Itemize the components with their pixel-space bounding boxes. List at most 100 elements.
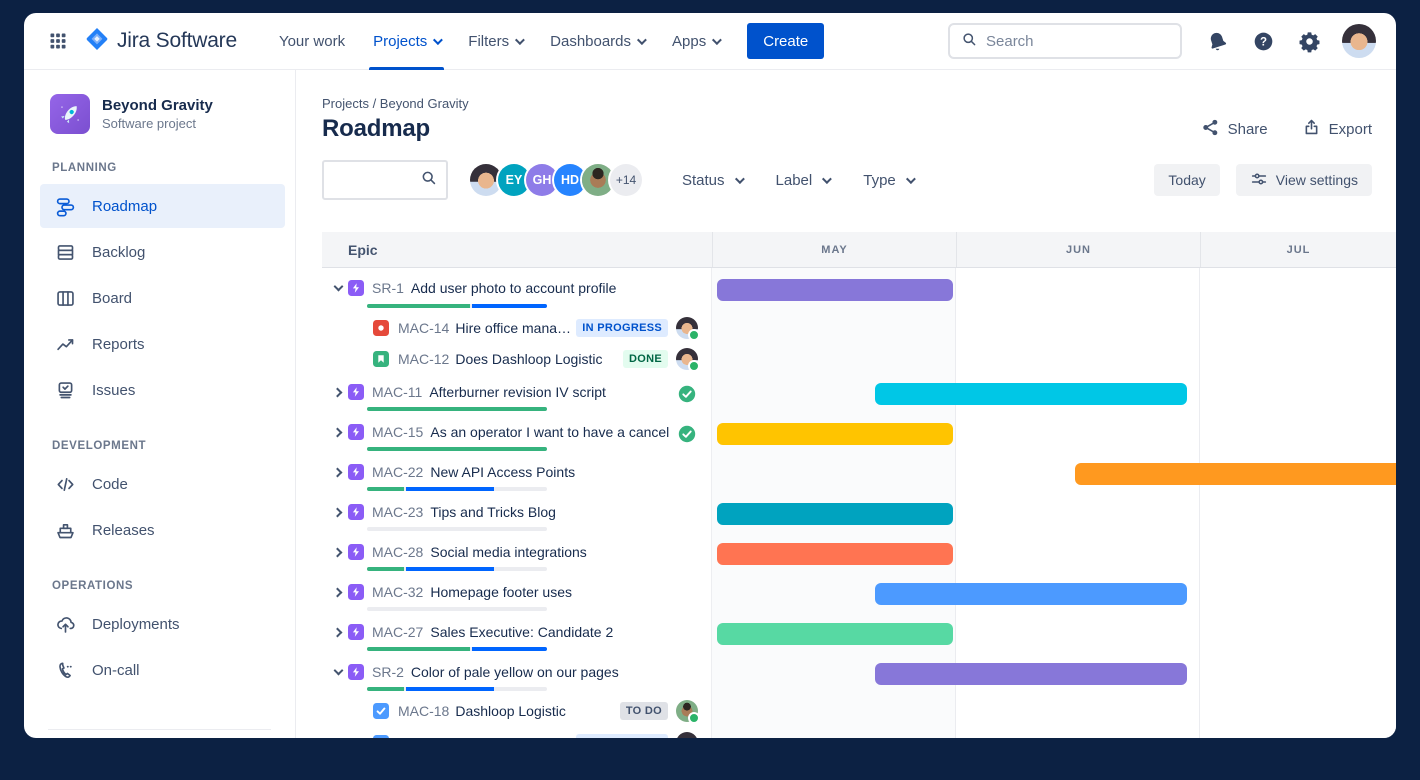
epic-row[interactable]: MAC-27Sales Executive: Candidate 2 bbox=[322, 614, 1396, 654]
month-header-may: MAY bbox=[712, 232, 956, 267]
timeline-cell bbox=[712, 343, 1396, 374]
epic-row-left: MAC-11Afterburner revision IV script bbox=[322, 374, 712, 414]
expand-chevron-right-icon[interactable] bbox=[332, 549, 344, 556]
caret bbox=[332, 467, 342, 477]
progress-segment bbox=[472, 304, 547, 308]
roadmap-icon bbox=[54, 195, 76, 217]
export-button[interactable]: Export bbox=[1302, 118, 1372, 141]
expand-chevron-right-icon[interactable] bbox=[332, 469, 344, 476]
share-label: Share bbox=[1228, 121, 1268, 138]
create-button[interactable]: Create bbox=[747, 23, 824, 59]
sidebar-item-on-call[interactable]: On-call bbox=[40, 648, 285, 692]
nav-item-filters[interactable]: Filters bbox=[454, 13, 536, 70]
gantt-bar[interactable] bbox=[875, 583, 1187, 605]
roadmap-search[interactable] bbox=[322, 160, 448, 200]
filter-label[interactable]: Label bbox=[776, 172, 830, 189]
more-members-badge[interactable]: +14 bbox=[610, 164, 642, 196]
breadcrumb[interactable]: Projects / Beyond Gravity bbox=[322, 96, 1372, 111]
progress-segment bbox=[406, 567, 494, 571]
today-button[interactable]: Today bbox=[1154, 164, 1219, 196]
child-issue-row[interactable]: MAC-14Hire office manager forIN PROGRESS bbox=[322, 312, 1396, 343]
sidebar-item-reports[interactable]: Reports bbox=[40, 322, 285, 366]
epic-row[interactable]: MAC-23Tips and Tricks Blog bbox=[322, 494, 1396, 534]
sidebar-item-deployments[interactable]: Deployments bbox=[40, 602, 285, 646]
progress-segment bbox=[367, 687, 404, 691]
roadmap-search-input[interactable] bbox=[332, 172, 419, 188]
jira-logo[interactable]: Jira Software bbox=[84, 26, 237, 57]
epic-icon bbox=[348, 664, 364, 680]
epic-row[interactable]: MAC-22New API Access Points bbox=[322, 454, 1396, 494]
filter-label: Status bbox=[682, 172, 725, 189]
caret bbox=[332, 427, 342, 437]
collapse-chevron-down-icon[interactable] bbox=[332, 286, 344, 290]
chevron-down-icon bbox=[906, 174, 916, 184]
gantt-bar[interactable] bbox=[717, 279, 953, 301]
expand-chevron-right-icon[interactable] bbox=[332, 629, 344, 636]
expand-chevron-right-icon[interactable] bbox=[332, 589, 344, 596]
gantt-bar[interactable] bbox=[875, 663, 1187, 685]
deployments-icon bbox=[54, 613, 76, 635]
sidebar-item-code[interactable]: Code bbox=[40, 462, 285, 506]
assignee-avatar[interactable] bbox=[676, 700, 698, 722]
epic-icon bbox=[348, 464, 364, 480]
oncall-icon bbox=[54, 659, 76, 681]
progress-segment bbox=[496, 487, 547, 491]
nav-item-your-work[interactable]: Your work bbox=[265, 13, 359, 70]
nav-item-projects[interactable]: Projects bbox=[359, 13, 454, 70]
gantt-bar[interactable] bbox=[875, 383, 1187, 405]
child-issue-row[interactable]: MAC-19Collaboration Trip has bIN PROGRES… bbox=[322, 727, 1396, 738]
epic-icon bbox=[348, 624, 364, 640]
filter-status[interactable]: Status bbox=[682, 172, 742, 189]
settings-icon[interactable] bbox=[1296, 28, 1322, 54]
notifications-icon[interactable] bbox=[1204, 28, 1230, 54]
child-issue-row[interactable]: MAC-12Does Dashloop LogisticDONE bbox=[322, 343, 1396, 374]
story-icon bbox=[373, 351, 389, 367]
view-settings-button[interactable]: View settings bbox=[1236, 164, 1372, 196]
nav-item-apps[interactable]: Apps bbox=[658, 13, 733, 70]
epic-row[interactable]: MAC-28Social media integrations bbox=[322, 534, 1396, 574]
child-row-left: MAC-18Dashloop LogisticTO DO bbox=[322, 694, 712, 727]
assignee-avatar[interactable] bbox=[676, 317, 698, 339]
sidebar-item-issues[interactable]: Issues bbox=[40, 368, 285, 412]
gantt-bar[interactable] bbox=[717, 623, 953, 645]
epic-row[interactable]: SR-2Color of pale yellow on our pages bbox=[322, 654, 1396, 694]
user-avatar[interactable] bbox=[1342, 24, 1376, 58]
filter-type[interactable]: Type bbox=[863, 172, 913, 189]
sidebar-item-label: Roadmap bbox=[92, 198, 157, 215]
gantt-bar[interactable] bbox=[717, 423, 953, 445]
share-button[interactable]: Share bbox=[1201, 118, 1268, 141]
top-navigation: Jira Software Your workProjectsFiltersDa… bbox=[24, 13, 1396, 70]
gantt-bar[interactable] bbox=[717, 503, 953, 525]
issue-key: MAC-22 bbox=[372, 464, 423, 480]
sidebar-item-label: Deployments bbox=[92, 616, 180, 633]
epic-row[interactable]: SR-1Add user photo to account profile bbox=[322, 268, 1396, 312]
gantt-bar[interactable] bbox=[717, 543, 953, 565]
assignee-avatar[interactable] bbox=[676, 348, 698, 370]
expand-chevron-right-icon[interactable] bbox=[332, 509, 344, 516]
toolbar-right: Today View settings bbox=[1154, 164, 1372, 196]
breadcrumb-text[interactable]: Projects / Beyond Gravity bbox=[322, 96, 469, 111]
sidebar-item-board[interactable]: Board bbox=[40, 276, 285, 320]
sidebar-item-roadmap[interactable]: Roadmap bbox=[40, 184, 285, 228]
sidebar-item-backlog[interactable]: Backlog bbox=[40, 230, 285, 274]
epic-row[interactable]: MAC-15As an operator I want to have a ca… bbox=[322, 414, 1396, 454]
expand-chevron-right-icon[interactable] bbox=[332, 429, 344, 436]
timeline-cell bbox=[712, 414, 1396, 454]
expand-chevron-right-icon[interactable] bbox=[332, 389, 344, 396]
gantt-bar[interactable] bbox=[1075, 463, 1396, 485]
child-row-left: MAC-19Collaboration Trip has bIN PROGRES… bbox=[322, 727, 712, 738]
sidebar-item-releases[interactable]: Releases bbox=[40, 508, 285, 552]
global-search-input[interactable] bbox=[986, 33, 1170, 50]
child-issue-row[interactable]: MAC-18Dashloop LogisticTO DO bbox=[322, 694, 1396, 727]
epic-row-left: MAC-32Homepage footer uses bbox=[322, 574, 712, 614]
assignee-avatar[interactable] bbox=[676, 732, 698, 739]
issue-title: Add user photo to account profile bbox=[411, 280, 616, 296]
epic-row[interactable]: MAC-32Homepage footer uses bbox=[322, 574, 1396, 614]
share-icon bbox=[1201, 118, 1220, 141]
nav-item-dashboards[interactable]: Dashboards bbox=[536, 13, 658, 70]
help-icon[interactable]: ? bbox=[1250, 28, 1276, 54]
app-switcher-icon[interactable] bbox=[42, 25, 74, 57]
collapse-chevron-down-icon[interactable] bbox=[332, 670, 344, 674]
global-search[interactable] bbox=[948, 23, 1182, 59]
epic-row[interactable]: MAC-11Afterburner revision IV script bbox=[322, 374, 1396, 414]
